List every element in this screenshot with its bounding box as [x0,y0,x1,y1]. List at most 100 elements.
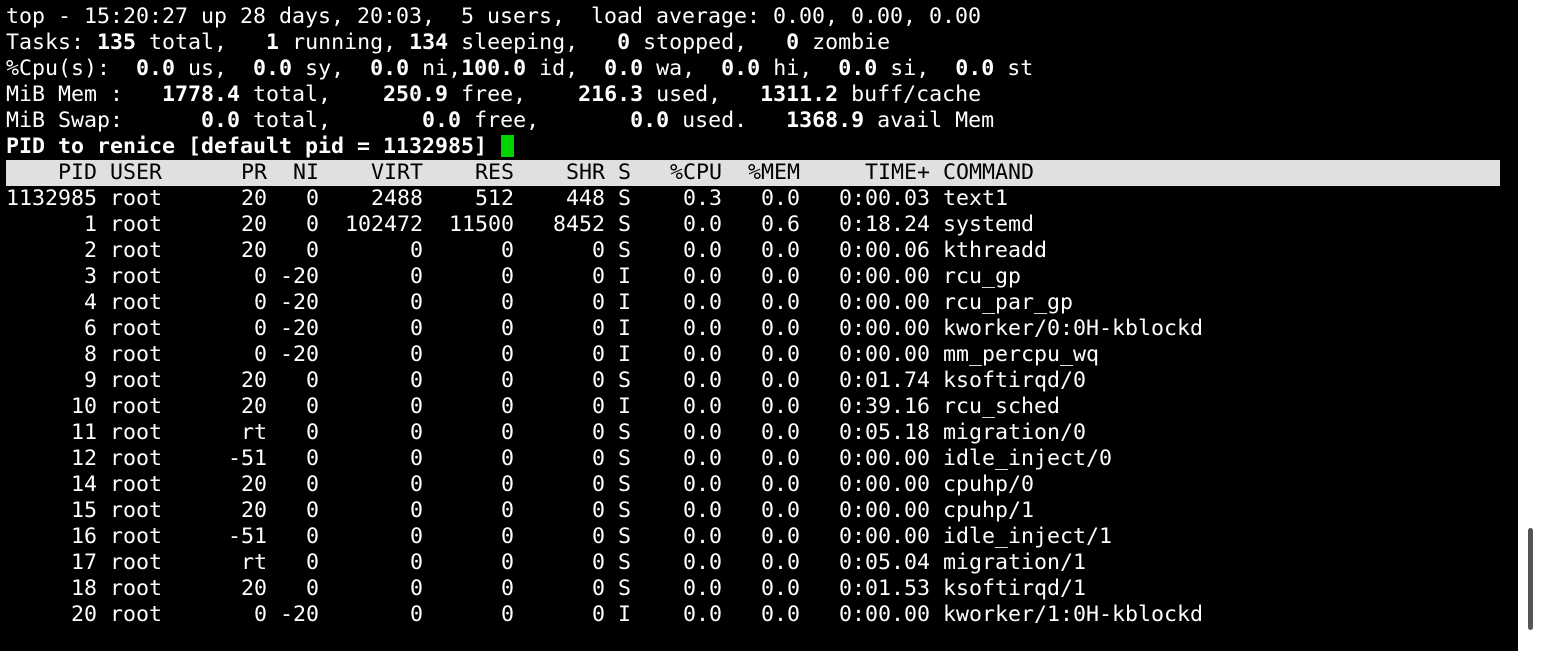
cell-pid: 14 [70,472,97,497]
cpu-us-label: us, [175,56,254,81]
cell-pid: 20 [70,602,97,627]
cell-mem: 0.0 [760,472,800,497]
tasks-zombie-label: zombie [799,30,891,55]
cell-res: 0 [500,524,514,549]
cell-shr: 0 [591,368,605,393]
process-table-header: PID USER PR NI VIRT RES SHR S %CPU %MEM TIME+ COMMA… [6,160,1500,186]
swap-free: 0.0 [422,108,462,133]
cell-time: 0:01.53 [838,576,930,601]
cell-mem: 0.0 [760,602,800,627]
cell-res: 0 [500,420,514,445]
scrollbar-track[interactable] [1518,0,1543,651]
mem-line: MiB Mem : 1778.4 total, 250.9 free, 216.… [6,82,1500,108]
mem-free-label: free, [448,82,579,107]
cell-time: 0:00.00 [838,316,930,341]
cell-ni: 0 [305,446,319,471]
cell-user: root [110,602,163,627]
cell-time: 0:00.06 [838,238,930,263]
cpu-id: 100.0 [461,56,527,81]
cell-shr: 0 [591,316,605,341]
cell-pr: 20 [240,472,267,497]
cell-pid: 1 [83,212,97,237]
cpu-hi-label: hi, [760,56,839,81]
cpu-us: 0.0 [136,56,176,81]
cell-cpu: 0.0 [682,420,722,445]
cell-time: 0:00.00 [838,264,930,289]
cpu-st-label: st [994,56,1034,81]
column-header-ni: NI [292,160,319,185]
column-header-pid: PID [57,160,97,185]
cell-user: root [110,420,163,445]
cell-shr: 0 [591,264,605,289]
column-header-pr: PR [240,160,267,185]
cell-state: I [618,602,632,627]
table-row: 15 root 20 0 0 0 0 S 0.0 0.0 0:00.00 cpuhp/1 [6,498,1500,524]
cell-time: 0:00.00 [838,446,930,471]
swap-label: MiB Swap: [6,108,202,133]
tasks-stopped: 0 [617,30,631,55]
cell-pid: 8 [83,342,97,367]
mem-label: MiB Mem : [6,82,163,107]
cell-pr: 20 [240,212,267,237]
cell-cpu: 0.0 [682,498,722,523]
cell-shr: 0 [591,342,605,367]
tasks-line: Tasks: 135 total, 1 running, 134 sleepin… [6,30,1500,56]
tasks-sleeping: 134 [409,30,449,55]
cell-res: 0 [500,316,514,341]
renice-prompt-line[interactable]: PID to renice [default pid = 1132985] [6,134,1500,160]
cell-res: 0 [500,342,514,367]
cell-res: 0 [500,394,514,419]
cell-res: 0 [500,550,514,575]
cell-time: 0:00.00 [838,472,930,497]
cell-virt: 0 [409,238,423,263]
cell-mem: 0.0 [760,368,800,393]
cell-ni: 0 [305,524,319,549]
cell-pr: 20 [240,394,267,419]
cell-user: root [110,550,163,575]
cpu-si-label: si, [877,56,956,81]
mem-buff: 1311.2 [760,82,839,107]
swap-used-label: used. [669,108,787,133]
cell-state: S [618,446,632,471]
cell-command: migration/0 [943,420,1087,445]
table-row: 8 root 0 -20 0 0 0 I 0.0 0.0 0:00.00 mm_percpu_wq [6,342,1500,368]
swap-total: 0.0 [201,108,241,133]
cell-command: rcu_gp [943,264,1022,289]
cell-ni: 0 [305,576,319,601]
cell-virt: 102472 [344,212,423,237]
table-row: 16 root -51 0 0 0 0 S 0.0 0.0 0:00.00 idle_inject/1 [6,524,1500,550]
cell-time: 0:00.03 [838,186,930,211]
terminal-window[interactable]: top - 15:20:27 up 28 days, 20:03, 5 user… [6,4,1500,651]
cell-shr: 0 [591,446,605,471]
table-row: 10 root 20 0 0 0 0 I 0.0 0.0 0:39.16 rcu_sched [6,394,1500,420]
cell-pr: 20 [240,368,267,393]
swap-avail: 1368.9 [786,108,865,133]
cell-mem: 0.6 [760,212,800,237]
cell-ni: 0 [305,238,319,263]
column-header-time: TIME+ [864,160,930,185]
cell-time: 0:05.04 [838,550,930,575]
cell-time: 0:00.00 [838,342,930,367]
cell-state: S [618,576,632,601]
cell-virt: 0 [409,472,423,497]
cell-user: root [110,368,163,393]
scrollbar-thumb[interactable] [1528,528,1533,630]
cell-cpu: 0.0 [682,316,722,341]
cursor[interactable] [501,135,515,157]
cell-ni: 0 [305,498,319,523]
cell-cpu: 0.0 [682,394,722,419]
cell-pr: rt [240,550,267,575]
cell-ni: -20 [279,602,319,627]
cell-shr: 0 [591,576,605,601]
cell-pid: 12 [70,446,97,471]
cell-pr: 20 [240,186,267,211]
mem-total: 1778.4 [162,82,241,107]
cell-ni: -20 [279,290,319,315]
cell-virt: 0 [409,550,423,575]
cell-cpu: 0.0 [682,602,722,627]
cell-pid: 10 [70,394,97,419]
cell-shr: 448 [565,186,605,211]
column-header-cpu: %CPU [669,160,722,185]
cell-pid: 16 [70,524,97,549]
cell-cpu: 0.0 [682,264,722,289]
